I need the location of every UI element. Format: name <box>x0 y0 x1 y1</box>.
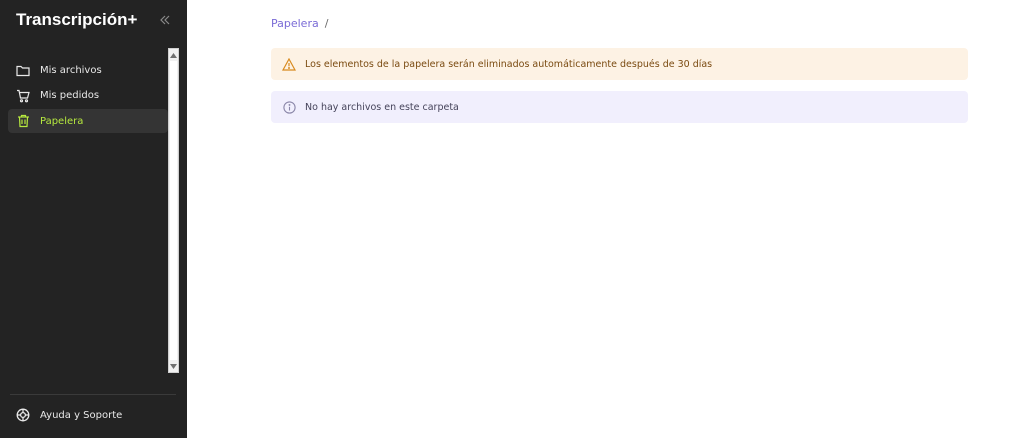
sidebar-scrollbar[interactable] <box>168 48 179 373</box>
sidebar-item-label: Papelera <box>40 115 84 127</box>
lifebuoy-icon <box>16 408 30 422</box>
sidebar-item-mis-archivos[interactable]: Mis archivos <box>8 58 168 82</box>
info-alert-text: No hay archivos en este carpeta <box>305 101 459 113</box>
warning-alert: Los elementos de la papelera serán elimi… <box>271 48 968 80</box>
sidebar: Transcripción+ Mis archivos Mis pedidos … <box>0 0 187 438</box>
app-title: Transcripción+ <box>16 10 138 29</box>
info-circle-icon <box>282 100 296 114</box>
sidebar-nav: Mis archivos Mis pedidos Papelera <box>8 58 168 135</box>
breadcrumb: Papelera / <box>271 17 328 30</box>
sidebar-item-mis-pedidos[interactable]: Mis pedidos <box>8 84 168 108</box>
breadcrumb-separator: / <box>324 17 329 30</box>
sidebar-divider <box>10 394 176 395</box>
help-support-label: Ayuda y Soporte <box>40 409 123 421</box>
sidebar-item-label: Mis archivos <box>40 64 102 76</box>
sidebar-item-papelera[interactable]: Papelera <box>8 109 168 133</box>
scroll-down-arrow-icon[interactable] <box>169 361 178 371</box>
collapse-sidebar-button[interactable] <box>157 12 173 28</box>
scroll-up-arrow-icon[interactable] <box>169 50 178 60</box>
info-alert: No hay archivos en este carpeta <box>271 91 968 123</box>
trash-icon <box>16 114 30 128</box>
double-chevron-left-icon <box>159 11 171 30</box>
scrollbar-thumb[interactable] <box>170 61 177 360</box>
folder-icon <box>16 63 30 77</box>
help-support-link[interactable]: Ayuda y Soporte <box>16 408 122 422</box>
warning-alert-text: Los elementos de la papelera serán elimi… <box>305 58 713 70</box>
breadcrumb-papelera[interactable]: Papelera <box>271 17 319 30</box>
warning-triangle-icon <box>282 57 296 71</box>
cart-icon <box>16 89 30 103</box>
sidebar-item-label: Mis pedidos <box>40 90 100 101</box>
